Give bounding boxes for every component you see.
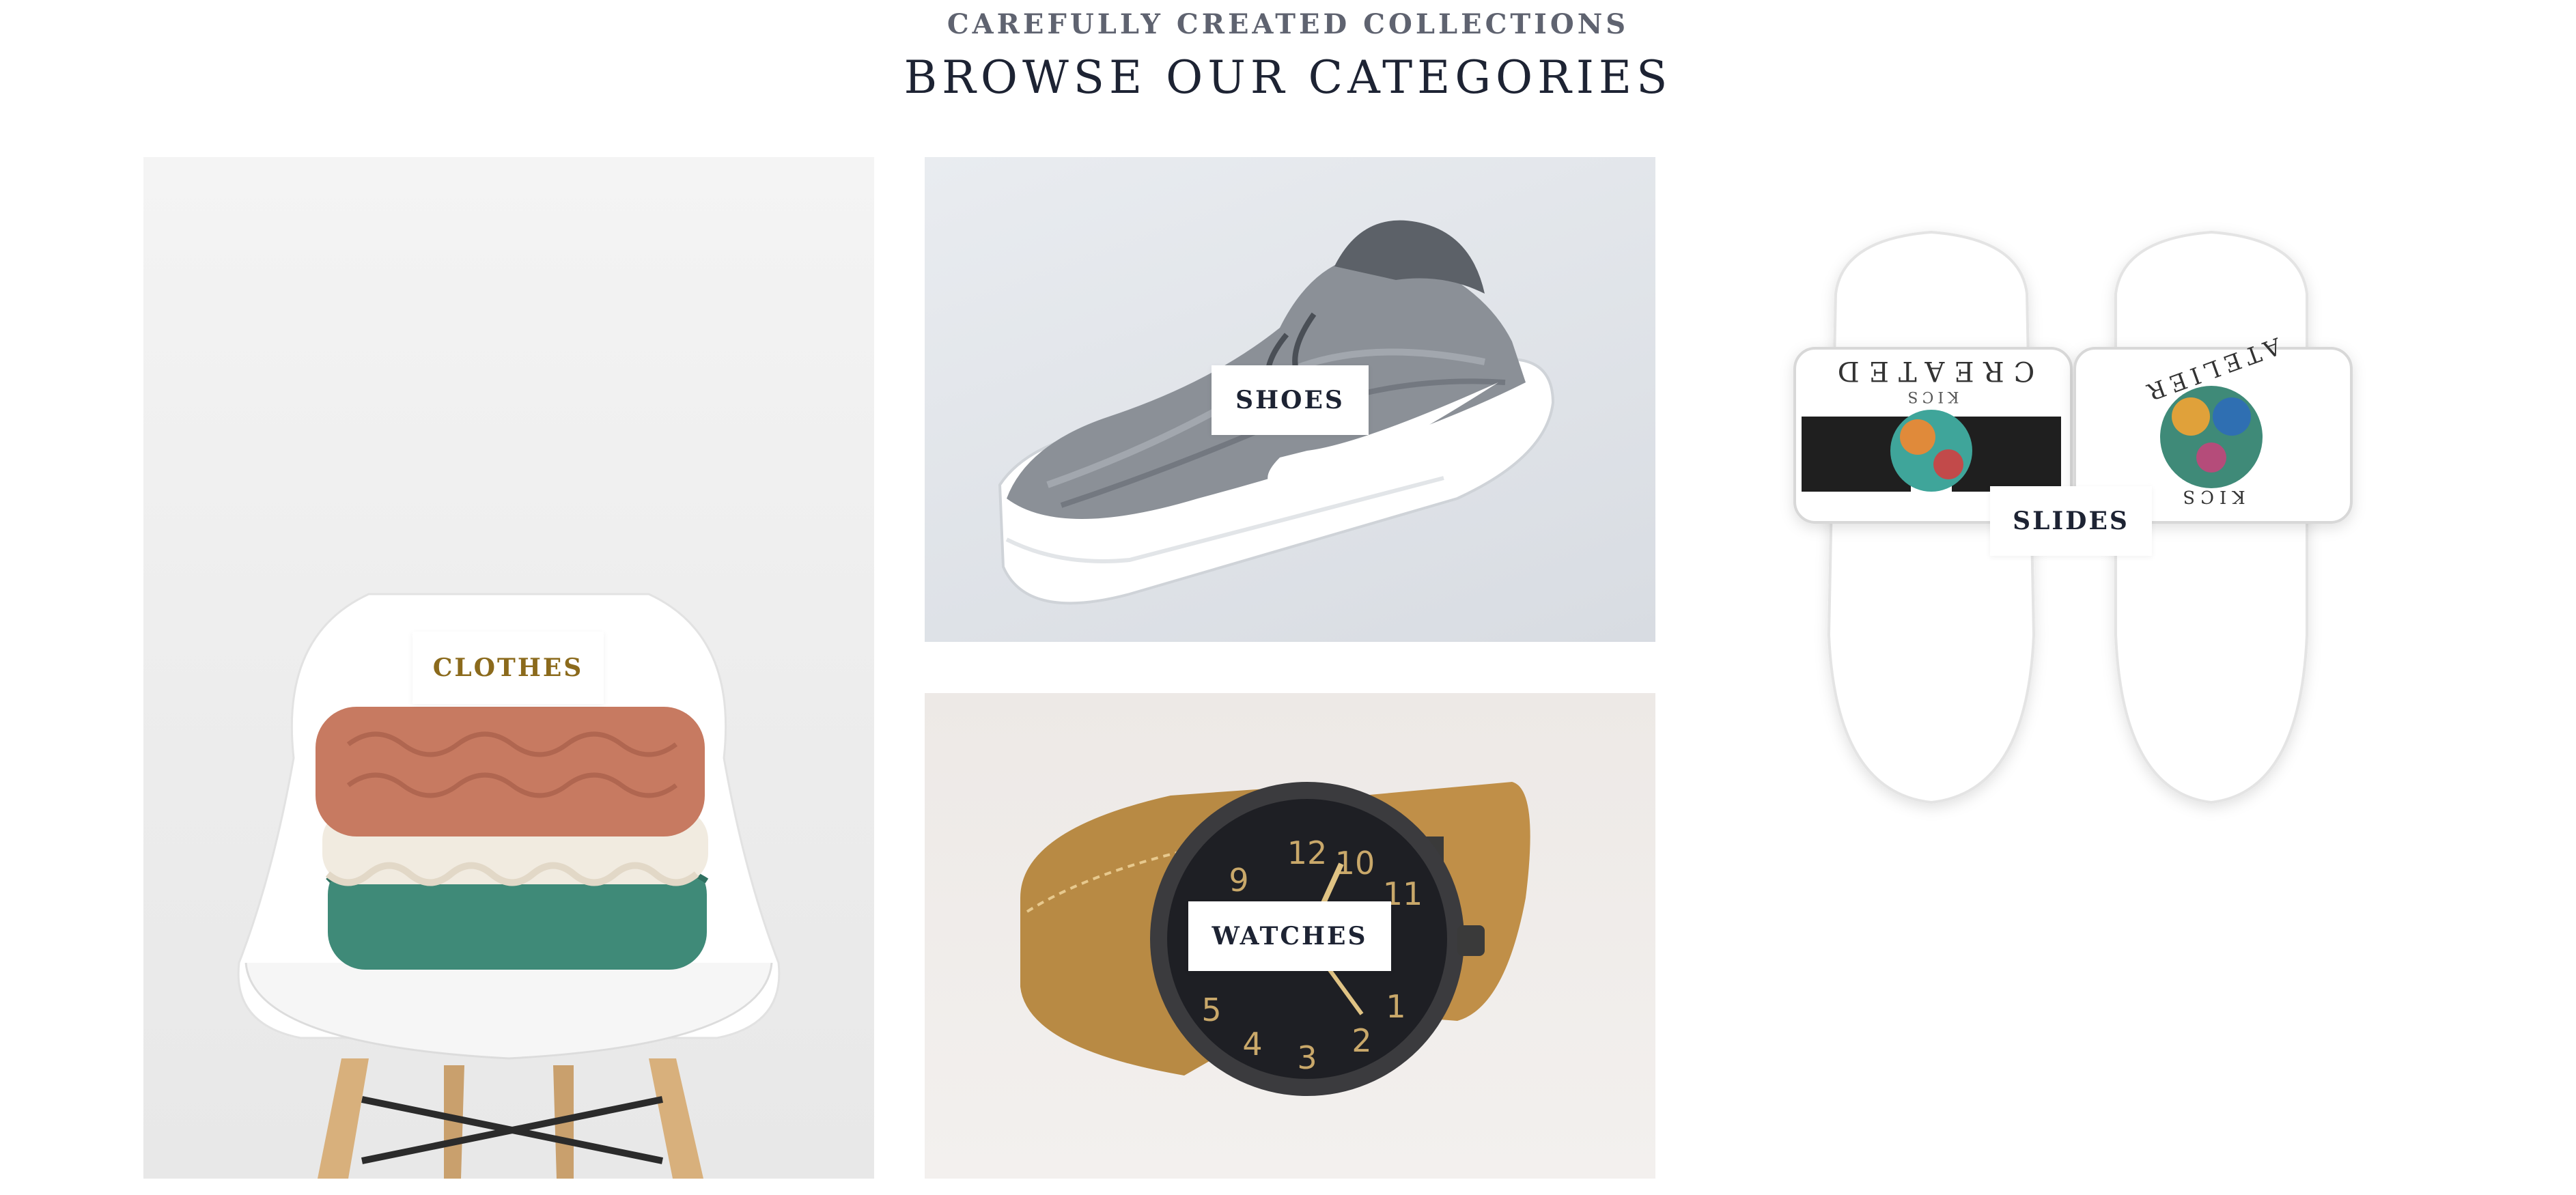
svg-text:10: 10 [1335,845,1375,882]
svg-text:12: 12 [1287,834,1328,871]
category-label-slides[interactable]: SLIDES [1990,486,2152,556]
svg-text:9: 9 [1229,862,1248,899]
svg-text:2: 2 [1352,1022,1371,1059]
category-label-watches[interactable]: WATCHES [1188,901,1391,971]
svg-text:3: 3 [1297,1039,1317,1076]
category-card-shoes[interactable]: SHOES [925,157,1655,642]
category-card-clothes[interactable]: CLOTHES [143,157,874,1179]
category-label-shoes[interactable]: SHOES [1212,365,1369,435]
slide-print-small: KICS [1903,388,1959,405]
category-card-slides[interactable]: CREATED KICS ATELIER KICS SLIDES [1706,157,2437,1179]
slide-print-right-bottom: KICS [2177,486,2245,507]
svg-text:5: 5 [1201,992,1221,1028]
slides-image: CREATED KICS ATELIER KICS [1793,230,2353,804]
svg-text:4: 4 [1242,1026,1262,1063]
section-title: BROWSE OUR CATEGORIES [904,51,1672,104]
category-card-watches[interactable]: 12 10 9 8 11 5 4 3 2 1 WATCHES [925,693,1655,1179]
slide-print-text: CREATED [1828,355,2035,386]
category-label-clothes[interactable]: CLOTHES [412,632,604,704]
section-subtitle: CAREFULLY CREATED COLLECTIONS [947,8,1629,40]
svg-text:1: 1 [1386,988,1405,1025]
